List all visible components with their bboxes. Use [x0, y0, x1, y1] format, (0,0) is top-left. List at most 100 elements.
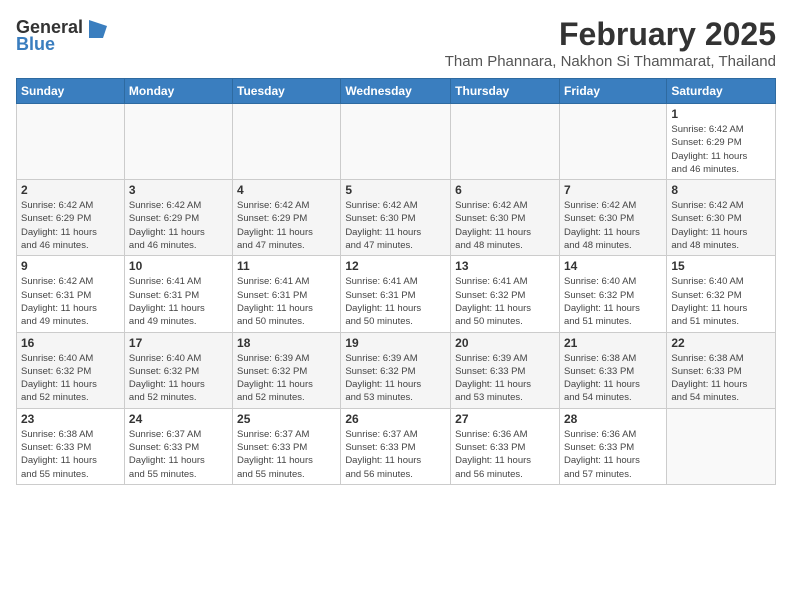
day-info: Sunrise: 6:37 AM Sunset: 6:33 PM Dayligh…: [237, 428, 336, 481]
day-number: 18: [237, 336, 336, 350]
day-info: Sunrise: 6:39 AM Sunset: 6:32 PM Dayligh…: [237, 352, 336, 405]
day-info: Sunrise: 6:42 AM Sunset: 6:31 PM Dayligh…: [21, 275, 120, 328]
calendar-cell: 23 Sunrise: 6:38 AM Sunset: 6:33 PM Dayli…: [17, 408, 125, 484]
header-saturday: Saturday: [667, 79, 776, 104]
calendar-cell: 15 Sunrise: 6:40 AM Sunset: 6:32 PM Dayli…: [667, 256, 776, 332]
day-info: Sunrise: 6:39 AM Sunset: 6:33 PM Dayligh…: [455, 352, 555, 405]
day-number: 20: [455, 336, 555, 350]
calendar-cell: [559, 104, 666, 180]
calendar-cell: 25Sunrise: 6:37 AM Sunset: 6:33 PM Dayli…: [233, 408, 341, 484]
day-number: 24: [129, 412, 228, 426]
month-year-title: February 2025: [445, 16, 776, 53]
day-number: 4: [237, 183, 336, 197]
day-number: 27: [455, 412, 555, 426]
location-subtitle: Tham Phannara, Nakhon Si Thammarat, Thai…: [445, 53, 776, 70]
day-info: Sunrise: 6:40 AM Sunset: 6:32 PM Dayligh…: [129, 352, 228, 405]
day-info: Sunrise: 6:37 AM Sunset: 6:33 PM Dayligh…: [129, 428, 228, 481]
day-info: Sunrise: 6:40 AM Sunset: 6:32 PM Dayligh…: [21, 352, 120, 405]
logo-blue-text: Blue: [16, 34, 55, 55]
day-info: Sunrise: 6:42 AM Sunset: 6:30 PM Dayligh…: [345, 199, 446, 252]
day-info: Sunrise: 6:42 AM Sunset: 6:30 PM Dayligh…: [455, 199, 555, 252]
day-info: Sunrise: 6:38 AM Sunset: 6:33 PM Dayligh…: [564, 352, 662, 405]
day-number: 12: [345, 259, 446, 273]
header-wednesday: Wednesday: [341, 79, 451, 104]
day-number: 7: [564, 183, 662, 197]
calendar-cell: [124, 104, 232, 180]
day-info: Sunrise: 6:40 AM Sunset: 6:32 PM Dayligh…: [564, 275, 662, 328]
calendar-week-row: 9 Sunrise: 6:42 AM Sunset: 6:31 PM Daylig…: [17, 256, 776, 332]
page-header: General Blue February 2025 Tham Phannara…: [16, 16, 776, 70]
calendar-cell: 19 Sunrise: 6:39 AM Sunset: 6:32 PM Dayli…: [341, 332, 451, 408]
header-monday: Monday: [124, 79, 232, 104]
header-tuesday: Tuesday: [233, 79, 341, 104]
day-info: Sunrise: 6:40 AM Sunset: 6:32 PM Dayligh…: [671, 275, 771, 328]
day-info: Sunrise: 6:42 AM Sunset: 6:30 PM Dayligh…: [671, 199, 771, 252]
day-info: Sunrise: 6:41 AM Sunset: 6:31 PM Dayligh…: [345, 275, 446, 328]
day-number: 13: [455, 259, 555, 273]
calendar-cell: [341, 104, 451, 180]
day-number: 22: [671, 336, 771, 350]
day-number: 23: [21, 412, 120, 426]
calendar-week-row: 23 Sunrise: 6:38 AM Sunset: 6:33 PM Dayli…: [17, 408, 776, 484]
day-number: 17: [129, 336, 228, 350]
day-number: 15: [671, 259, 771, 273]
day-info: Sunrise: 6:42 AM Sunset: 6:29 PM Dayligh…: [129, 199, 228, 252]
day-number: 5: [345, 183, 446, 197]
calendar-cell: 18 Sunrise: 6:39 AM Sunset: 6:32 PM Dayli…: [233, 332, 341, 408]
calendar-cell: 17 Sunrise: 6:40 AM Sunset: 6:32 PM Dayli…: [124, 332, 232, 408]
logo-bird-icon: [85, 16, 107, 38]
day-info: Sunrise: 6:42 AM Sunset: 6:29 PM Dayligh…: [671, 123, 771, 176]
day-number: 28: [564, 412, 662, 426]
calendar-cell: [451, 104, 560, 180]
day-number: 10: [129, 259, 228, 273]
day-number: 1: [671, 107, 771, 121]
title-block: February 2025 Tham Phannara, Nakhon Si T…: [445, 16, 776, 70]
day-info: Sunrise: 6:38 AM Sunset: 6:33 PM Dayligh…: [21, 428, 120, 481]
day-info: Sunrise: 6:38 AM Sunset: 6:33 PM Dayligh…: [671, 352, 771, 405]
day-info: Sunrise: 6:36 AM Sunset: 6:33 PM Dayligh…: [455, 428, 555, 481]
calendar-cell: [233, 104, 341, 180]
calendar-cell: 11 Sunrise: 6:41 AM Sunset: 6:31 PM Dayli…: [233, 256, 341, 332]
day-info: Sunrise: 6:42 AM Sunset: 6:29 PM Dayligh…: [237, 199, 336, 252]
calendar-cell: 20 Sunrise: 6:39 AM Sunset: 6:33 PM Dayli…: [451, 332, 560, 408]
day-number: 11: [237, 259, 336, 273]
day-number: 2: [21, 183, 120, 197]
calendar-week-row: 16 Sunrise: 6:40 AM Sunset: 6:32 PM Dayli…: [17, 332, 776, 408]
calendar-cell: 6 Sunrise: 6:42 AM Sunset: 6:30 PM Daylig…: [451, 180, 560, 256]
day-info: Sunrise: 6:42 AM Sunset: 6:30 PM Dayligh…: [564, 199, 662, 252]
calendar-cell: 14 Sunrise: 6:40 AM Sunset: 6:32 PM Dayli…: [559, 256, 666, 332]
calendar-cell: 3Sunrise: 6:42 AM Sunset: 6:29 PM Daylig…: [124, 180, 232, 256]
calendar-cell: 12 Sunrise: 6:41 AM Sunset: 6:31 PM Dayli…: [341, 256, 451, 332]
day-number: 14: [564, 259, 662, 273]
calendar-cell: 10 Sunrise: 6:41 AM Sunset: 6:31 PM Dayli…: [124, 256, 232, 332]
calendar-cell: 26 Sunrise: 6:37 AM Sunset: 6:33 PM Dayli…: [341, 408, 451, 484]
calendar-cell: 8 Sunrise: 6:42 AM Sunset: 6:30 PM Daylig…: [667, 180, 776, 256]
header-sunday: Sunday: [17, 79, 125, 104]
logo: General Blue: [16, 16, 107, 55]
day-info: Sunrise: 6:37 AM Sunset: 6:33 PM Dayligh…: [345, 428, 446, 481]
day-info: Sunrise: 6:39 AM Sunset: 6:32 PM Dayligh…: [345, 352, 446, 405]
calendar-cell: 21Sunrise: 6:38 AM Sunset: 6:33 PM Dayli…: [559, 332, 666, 408]
day-number: 16: [21, 336, 120, 350]
calendar-cell: 28 Sunrise: 6:36 AM Sunset: 6:33 PM Dayli…: [559, 408, 666, 484]
day-number: 19: [345, 336, 446, 350]
calendar-cell: 7 Sunrise: 6:42 AM Sunset: 6:30 PM Daylig…: [559, 180, 666, 256]
calendar-cell: 2 Sunrise: 6:42 AM Sunset: 6:29 PM Daylig…: [17, 180, 125, 256]
day-number: 26: [345, 412, 446, 426]
calendar-cell: 22 Sunrise: 6:38 AM Sunset: 6:33 PM Dayli…: [667, 332, 776, 408]
calendar-cell: 5 Sunrise: 6:42 AM Sunset: 6:30 PM Daylig…: [341, 180, 451, 256]
header-thursday: Thursday: [451, 79, 560, 104]
calendar-week-row: 1 Sunrise: 6:42 AM Sunset: 6:29 PM Daylig…: [17, 104, 776, 180]
calendar-cell: [667, 408, 776, 484]
day-info: Sunrise: 6:41 AM Sunset: 6:31 PM Dayligh…: [237, 275, 336, 328]
day-info: Sunrise: 6:42 AM Sunset: 6:29 PM Dayligh…: [21, 199, 120, 252]
calendar-cell: 16 Sunrise: 6:40 AM Sunset: 6:32 PM Dayli…: [17, 332, 125, 408]
calendar-cell: 4 Sunrise: 6:42 AM Sunset: 6:29 PM Daylig…: [233, 180, 341, 256]
calendar-header-row: SundayMondayTuesdayWednesdayThursdayFrid…: [17, 79, 776, 104]
day-number: 8: [671, 183, 771, 197]
day-number: 6: [455, 183, 555, 197]
day-info: Sunrise: 6:36 AM Sunset: 6:33 PM Dayligh…: [564, 428, 662, 481]
day-info: Sunrise: 6:41 AM Sunset: 6:31 PM Dayligh…: [129, 275, 228, 328]
header-friday: Friday: [559, 79, 666, 104]
day-number: 9: [21, 259, 120, 273]
